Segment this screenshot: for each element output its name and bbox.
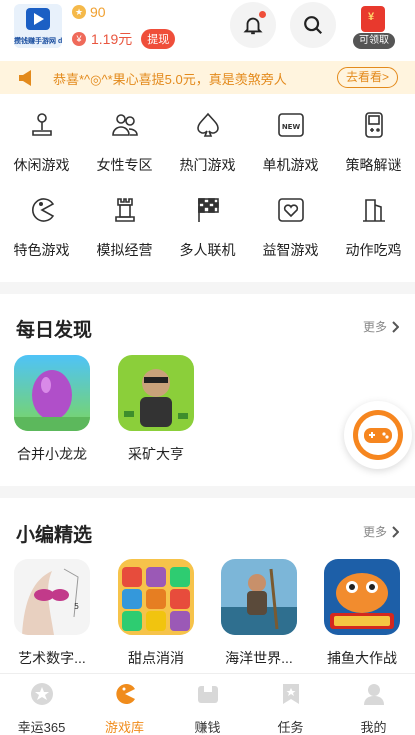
category-hot[interactable]: 热门游戏	[166, 110, 249, 175]
category-strategy[interactable]: 策略解谜	[332, 110, 415, 175]
category-simulation[interactable]: 模拟经营	[83, 195, 166, 260]
tab-mine[interactable]: 我的	[332, 674, 415, 735]
gameboy-icon	[364, 112, 383, 138]
chevron-right-icon	[392, 525, 399, 538]
tab-game-library[interactable]: 游戏库	[83, 674, 166, 735]
game-icon-mining-tycoon	[118, 355, 194, 431]
tab-label: 任务	[277, 720, 304, 735]
person-icon	[363, 684, 384, 705]
category-label: 女性专区	[96, 157, 153, 173]
category-label: 益智游戏	[262, 242, 319, 258]
rook-icon	[114, 198, 135, 222]
bottom-tab-bar: 幸运365 游戏库 赚钱 任务 我的	[0, 673, 415, 735]
tab-label: 赚钱	[194, 720, 221, 735]
game-card[interactable]: 捕鱼大作战	[324, 559, 400, 668]
users-icon	[111, 114, 138, 136]
editor-more-link[interactable]: 更多	[363, 523, 399, 540]
game-name: 捕鱼大作战	[327, 650, 397, 666]
pacman-icon	[115, 684, 135, 704]
game-name: 甜点消消	[128, 650, 184, 666]
search-icon	[304, 16, 323, 35]
joystick-icon	[31, 113, 52, 136]
cash-balance: ¥ 1.19元 提现	[72, 29, 176, 49]
svg-text:5: 5	[74, 602, 79, 611]
checkered-flag-icon	[197, 198, 219, 222]
category-multiplayer[interactable]: 多人联机	[166, 195, 249, 260]
category-label: 模拟经营	[96, 242, 153, 258]
coin-balance: ★ 90	[72, 4, 106, 20]
category-single[interactable]: NEW 单机游戏	[249, 110, 332, 175]
unread-dot	[259, 11, 266, 18]
category-action[interactable]: 动作吃鸡	[332, 195, 415, 260]
heart-box-icon	[277, 198, 304, 222]
daily-more-link[interactable]: 更多	[363, 318, 399, 335]
red-packet-label: 可领取	[353, 33, 395, 49]
section-divider	[0, 486, 415, 498]
bookmark-star-icon	[282, 684, 299, 704]
pacman-icon	[31, 198, 54, 222]
category-label: 多人联机	[179, 242, 236, 258]
tab-label: 我的	[360, 720, 387, 735]
logo-text: 攒钱赚手游网 dzhuan.cn	[14, 38, 62, 45]
spade-icon	[196, 112, 219, 137]
game-card[interactable]: 合并小龙龙	[14, 355, 90, 464]
search-button[interactable]	[290, 2, 336, 48]
red-packet-icon	[361, 6, 385, 32]
game-card[interactable]: 海洋世界...	[221, 559, 297, 668]
withdraw-button[interactable]: 提现	[141, 29, 176, 49]
daily-section-title: 每日发现	[16, 320, 93, 341]
game-icon-dragon-egg	[14, 355, 90, 431]
more-label: 更多	[362, 320, 387, 334]
tab-label: 幸运365	[17, 720, 66, 735]
more-label: 更多	[362, 525, 387, 539]
category-label: 休闲游戏	[13, 157, 70, 173]
game-icon-dessert-match	[118, 559, 194, 635]
category-female[interactable]: 女性专区	[83, 110, 166, 175]
tab-tasks[interactable]: 任务	[249, 674, 332, 735]
wallet-icon	[197, 686, 218, 703]
notification-button[interactable]	[230, 2, 276, 48]
category-label: 策略解谜	[345, 157, 402, 173]
coin-value: 90	[90, 4, 106, 20]
game-name: 采矿大亨	[128, 446, 184, 462]
category-puzzle[interactable]: 益智游戏	[249, 195, 332, 260]
star-badge-icon	[30, 683, 53, 705]
gamepad-icon	[353, 410, 403, 460]
tab-lucky365[interactable]: 幸运365	[0, 674, 83, 735]
app-logo[interactable]: 攒钱赚手游网 dzhuan.cn	[14, 4, 62, 48]
category-label: 特色游戏	[13, 242, 70, 258]
notice-bar: 恭喜*^◎^*果心喜提5.0元，真是羡煞旁人 去看看>	[0, 61, 415, 94]
yuan-icon: ¥	[72, 32, 86, 46]
category-label: 动作吃鸡	[345, 242, 402, 258]
svg-text:NEW: NEW	[281, 123, 300, 131]
game-card[interactable]: 甜点消消	[118, 559, 194, 668]
category-label: 热门游戏	[179, 157, 236, 173]
floating-game-button[interactable]	[344, 401, 412, 469]
category-special[interactable]: 特色游戏	[0, 195, 83, 260]
chevron-right-icon	[392, 320, 399, 333]
tab-label: 游戏库	[104, 720, 144, 735]
game-name: 合并小龙龙	[17, 446, 87, 462]
tab-earn[interactable]: 赚钱	[166, 674, 249, 735]
game-name: 海洋世界...	[225, 650, 293, 666]
coin-icon: ★	[72, 5, 86, 19]
game-card[interactable]: 5 艺术数字...	[14, 559, 90, 668]
category-label: 单机游戏	[262, 157, 319, 173]
game-icon-fishing	[324, 559, 400, 635]
game-name: 艺术数字...	[18, 650, 86, 666]
top-header: 攒钱赚手游网 dzhuan.cn ★ 90 ¥ 1.19元 提现 可领取	[0, 0, 415, 60]
cash-value: 1.19元	[91, 31, 133, 47]
game-icon-ocean-world	[221, 559, 297, 635]
category-casual[interactable]: 休闲游戏	[0, 110, 83, 175]
notice-view-button[interactable]: 去看看>	[336, 67, 398, 88]
megaphone-icon	[19, 70, 31, 86]
game-icon-art-number: 5	[14, 559, 90, 635]
new-box-icon: NEW	[277, 113, 304, 137]
section-divider	[0, 282, 415, 294]
building-icon	[362, 199, 385, 222]
game-card[interactable]: 采矿大亨	[118, 355, 194, 464]
notice-text: 恭喜*^◎^*果心喜提5.0元，真是羡煞旁人	[53, 72, 287, 87]
editor-section-title: 小编精选	[16, 525, 93, 546]
